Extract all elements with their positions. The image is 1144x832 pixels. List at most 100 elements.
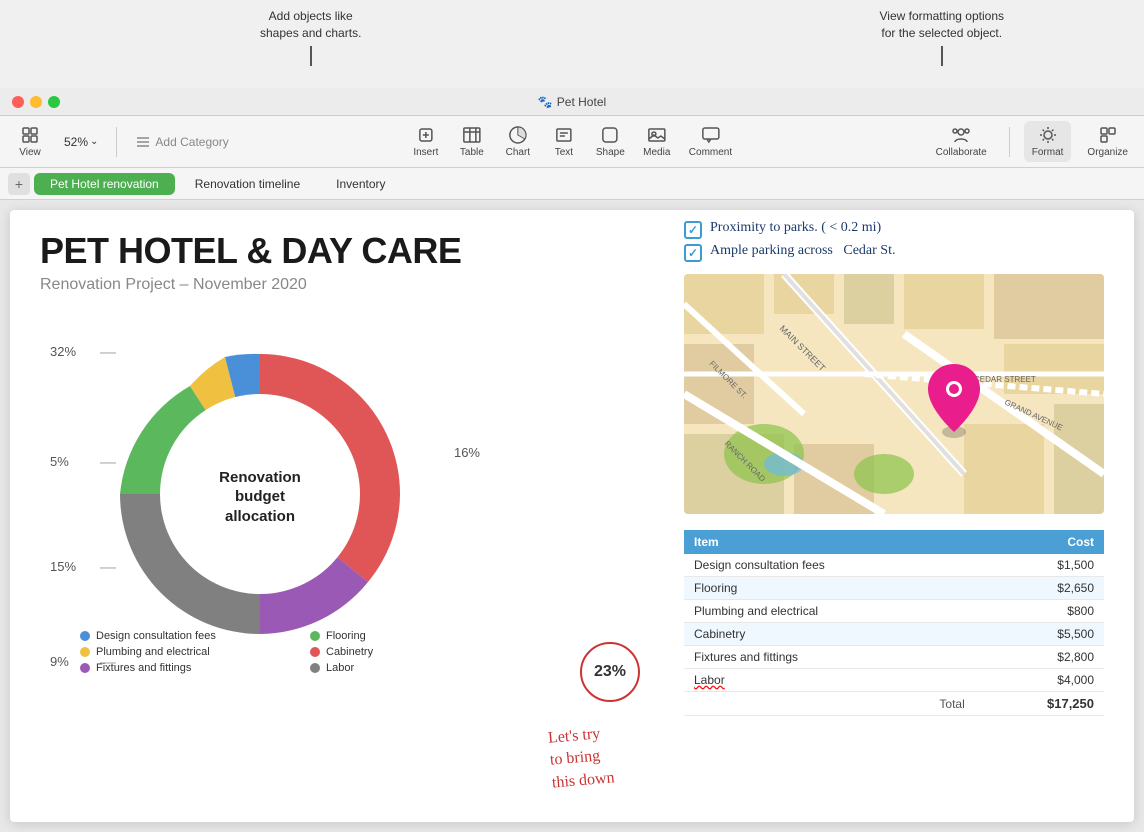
document-inner: PET HOTEL & DAY CARE Renovation Project … <box>10 210 1134 822</box>
pct-9: 9%— <box>50 654 76 669</box>
shape-button[interactable]: Shape <box>588 121 633 162</box>
media-button[interactable]: Media <box>635 121 679 162</box>
legend-dot-cabinetry <box>310 647 320 657</box>
document-title: PET HOTEL & DAY CARE <box>40 230 660 272</box>
pct-32: 32%— <box>50 344 76 359</box>
toolbar-separator-1 <box>116 127 117 157</box>
legend-item-fixtures: Fixtures and fittings <box>80 662 280 674</box>
table-row-plumbing: Plumbing and electrical $800 <box>684 600 1104 623</box>
table-cell-plumbing-cost: $800 <box>975 600 1104 623</box>
legend-item-labor: Labor <box>310 662 510 674</box>
table-cell-labor-item: Labor <box>684 669 975 692</box>
table-row-labor: Labor $4,000 <box>684 669 1104 692</box>
shape-label: Shape <box>596 147 625 158</box>
tooltip-area: Add objects likeshapes and charts. View … <box>0 0 1144 88</box>
table-cell-fixtures-cost: $2,800 <box>975 646 1104 669</box>
table-header-cost: Cost <box>975 530 1104 554</box>
legend-label-flooring: Flooring <box>326 630 366 642</box>
right-section: Proximity to parks. ( < 0.2 mi) Ample pa… <box>684 220 1114 716</box>
add-tab-button[interactable]: + <box>8 173 30 195</box>
table-row-flooring: Flooring $2,650 <box>684 577 1104 600</box>
table-row-total: Total $17,250 <box>684 692 1104 716</box>
add-category-button[interactable]: Add Category <box>127 130 236 154</box>
insert-button[interactable]: Insert <box>404 121 448 162</box>
table-cell-fixtures-item: Fixtures and fittings <box>684 646 975 669</box>
maximize-button[interactable] <box>48 96 60 108</box>
collaborate-label: Collaborate <box>936 147 987 158</box>
table-cell-labor-cost: $4,000 <box>975 669 1104 692</box>
check-item-2: Ample parking across Cedar St. <box>684 243 1114 262</box>
tab3-label: Inventory <box>336 177 385 191</box>
checkbox-2[interactable] <box>684 244 702 262</box>
tab-pet-hotel-renovation[interactable]: Pet Hotel renovation <box>34 173 175 195</box>
collaborate-button[interactable]: Collaborate <box>928 121 995 162</box>
organize-button[interactable]: Organize <box>1079 121 1136 162</box>
document-subtitle: Renovation Project – November 2020 <box>40 276 660 294</box>
legend-label-fixtures: Fixtures and fittings <box>96 662 191 674</box>
tab-inventory[interactable]: Inventory <box>320 173 401 195</box>
table-cell-plumbing-item: Plumbing and electrical <box>684 600 975 623</box>
legend-item-plumbing: Plumbing and electrical <box>80 646 280 658</box>
donut-svg-container: Renovation budgetallocation <box>90 324 430 669</box>
table-label: Table <box>460 147 484 158</box>
check-text-1: Proximity to parks. ( < 0.2 mi) <box>710 220 881 236</box>
tab1-label: Pet Hotel renovation <box>50 177 159 191</box>
table-row-fixtures: Fixtures and fittings $2,800 <box>684 646 1104 669</box>
check-item-1: Proximity to parks. ( < 0.2 mi) <box>684 220 1114 239</box>
table-cell-design-item: Design consultation fees <box>684 554 975 577</box>
toolbar: View 52% ⌄ Add Category Insert <box>0 116 1144 168</box>
table-cell-total-label: Total <box>684 692 975 716</box>
budget-table: Item Cost Design consultation fees $1,50… <box>684 530 1104 716</box>
format-label: Format <box>1032 147 1064 158</box>
format-button[interactable]: Format <box>1024 121 1072 162</box>
toolbar-left: View 52% ⌄ Add Category <box>8 121 237 162</box>
pct-16: 16% <box>454 444 480 462</box>
close-button[interactable] <box>12 96 24 108</box>
table-cell-flooring-cost: $2,650 <box>975 577 1104 600</box>
tab2-label: Renovation timeline <box>195 177 300 191</box>
table-row-cabinetry: Cabinetry $5,500 <box>684 623 1104 646</box>
checkbox-1[interactable] <box>684 221 702 239</box>
tooltip-left-text: Add objects likeshapes and charts. <box>260 9 361 40</box>
donut-center-label: Renovation budgetallocation <box>200 467 320 526</box>
media-label: Media <box>643 147 670 158</box>
legend-label-plumbing: Plumbing and electrical <box>96 646 210 658</box>
chart-left-labels: 32%— 5%— 15%— 9%— <box>50 344 76 669</box>
annotation-23-circle: 23% <box>580 642 640 702</box>
window-title: 🐾 Pet Hotel <box>538 95 606 109</box>
table-cell-design-cost: $1,500 <box>975 554 1104 577</box>
minimize-button[interactable] <box>30 96 42 108</box>
text-button[interactable]: Text <box>542 121 586 162</box>
window-controls <box>12 96 60 108</box>
tabbar: + Pet Hotel renovation Renovation timeli… <box>0 168 1144 200</box>
legend-dot-flooring <box>310 631 320 641</box>
legend-label-cabinetry: Cabinetry <box>326 646 373 658</box>
legend-item-design: Design consultation fees <box>80 630 280 642</box>
tooltip-left: Add objects likeshapes and charts. <box>260 8 361 66</box>
chart-legend: Design consultation fees Flooring Plumbi… <box>80 630 510 674</box>
zoom-value: 52% <box>64 135 88 149</box>
table-button[interactable]: Table <box>450 121 494 162</box>
legend-label-labor: Labor <box>326 662 354 674</box>
tooltip-right: View formatting optionsfor the selected … <box>879 8 1004 66</box>
handwritten-note: Let's tryto bringthis down <box>547 722 615 794</box>
annotation-23-text: 23% <box>594 663 626 681</box>
zoom-control[interactable]: 52% ⌄ <box>56 131 106 153</box>
checklist: Proximity to parks. ( < 0.2 mi) Ample pa… <box>684 220 1114 262</box>
table-cell-cabinetry-cost: $5,500 <box>975 623 1104 646</box>
text-label: Text <box>555 147 573 158</box>
tooltip-right-text: View formatting optionsfor the selected … <box>879 9 1004 40</box>
chart-button[interactable]: Chart <box>496 121 540 162</box>
tab-renovation-timeline[interactable]: Renovation timeline <box>179 173 316 195</box>
main-content: PET HOTEL & DAY CARE Renovation Project … <box>0 200 1144 832</box>
map-svg: MAIN STREET FILMORE ST. RANCH ROAD GRAND… <box>684 274 1104 514</box>
table-cell-flooring-item: Flooring <box>684 577 975 600</box>
comment-button[interactable]: Comment <box>681 121 740 162</box>
comment-label: Comment <box>689 147 732 158</box>
title-label: Pet Hotel <box>557 95 606 109</box>
legend-dot-fixtures <box>80 663 90 673</box>
view-button[interactable]: View <box>8 121 52 162</box>
table-row-design: Design consultation fees $1,500 <box>684 554 1104 577</box>
toolbar-separator-2 <box>1009 127 1010 157</box>
chart-label: Chart <box>506 147 530 158</box>
